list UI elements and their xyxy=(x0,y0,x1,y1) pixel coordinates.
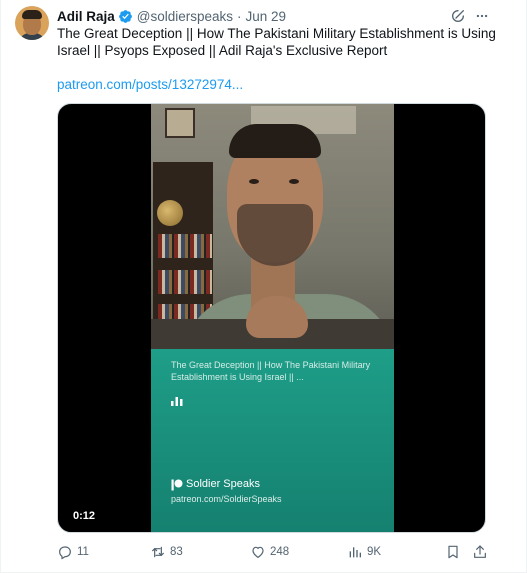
separator-dot: · xyxy=(237,8,242,24)
video-player[interactable]: The Great Deception || How The Pakistani… xyxy=(57,103,486,533)
views-count: 9K xyxy=(367,546,382,558)
tweet-actions: 11 83 248 9K xyxy=(57,542,495,562)
video-person-hair xyxy=(229,124,321,158)
patreon-icon xyxy=(171,479,183,491)
overlay-title: The Great Deception || How The Pakistani… xyxy=(171,360,371,382)
video-globe xyxy=(157,200,183,226)
avatar-hair xyxy=(22,10,42,19)
verified-badge-icon xyxy=(118,9,132,23)
tweet-card[interactable]: Adil Raja @soldierspeaks · Jun 29 The Gr… xyxy=(0,0,527,573)
tweet-link[interactable]: patreon.com/posts/13272974... xyxy=(57,77,243,92)
views-icon xyxy=(349,547,361,558)
video-bookshelf xyxy=(153,162,213,332)
video-books xyxy=(158,234,212,258)
tweet-header: Adil Raja @soldierspeaks · Jun 29 xyxy=(57,6,517,26)
grok-icon[interactable] xyxy=(450,8,466,24)
video-overlay-card: The Great Deception || How The Pakistani… xyxy=(151,349,394,532)
bookmark-icon xyxy=(448,545,458,559)
video-timecode: 0:12 xyxy=(69,507,100,525)
avatar[interactable] xyxy=(15,6,49,40)
video-person-eye xyxy=(249,179,259,184)
like-icon xyxy=(252,546,264,558)
repost-button[interactable]: 83 xyxy=(150,542,183,562)
video-wall-frame xyxy=(165,108,195,138)
repost-icon xyxy=(152,546,164,558)
video-person-eye xyxy=(289,179,299,184)
overlay-brand-url: patreon.com/SoldierSpeaks xyxy=(171,494,282,504)
reply-icon xyxy=(59,546,71,560)
tweet-text: The Great Deception || How The Pakistani… xyxy=(57,26,496,58)
video-frame[interactable]: The Great Deception || How The Pakistani… xyxy=(151,104,394,532)
views-button[interactable]: 9K xyxy=(347,542,381,562)
overlay-brand-name: Soldier Speaks xyxy=(186,478,260,490)
more-icon[interactable] xyxy=(474,9,490,23)
author-handle[interactable]: @soldierspeaks xyxy=(137,9,233,24)
repost-count: 83 xyxy=(170,546,183,558)
bookmark-button[interactable] xyxy=(445,542,465,562)
tweet-date[interactable]: Jun 29 xyxy=(246,9,287,24)
author-name[interactable]: Adil Raja xyxy=(57,9,115,24)
reply-count: 11 xyxy=(77,546,89,558)
audio-bars-icon xyxy=(171,397,183,406)
like-button[interactable]: 248 xyxy=(250,542,289,562)
video-books xyxy=(158,270,212,294)
share-button[interactable] xyxy=(472,542,492,562)
reply-button[interactable]: 11 xyxy=(57,542,89,562)
share-icon xyxy=(474,545,486,558)
like-count: 248 xyxy=(270,546,290,558)
